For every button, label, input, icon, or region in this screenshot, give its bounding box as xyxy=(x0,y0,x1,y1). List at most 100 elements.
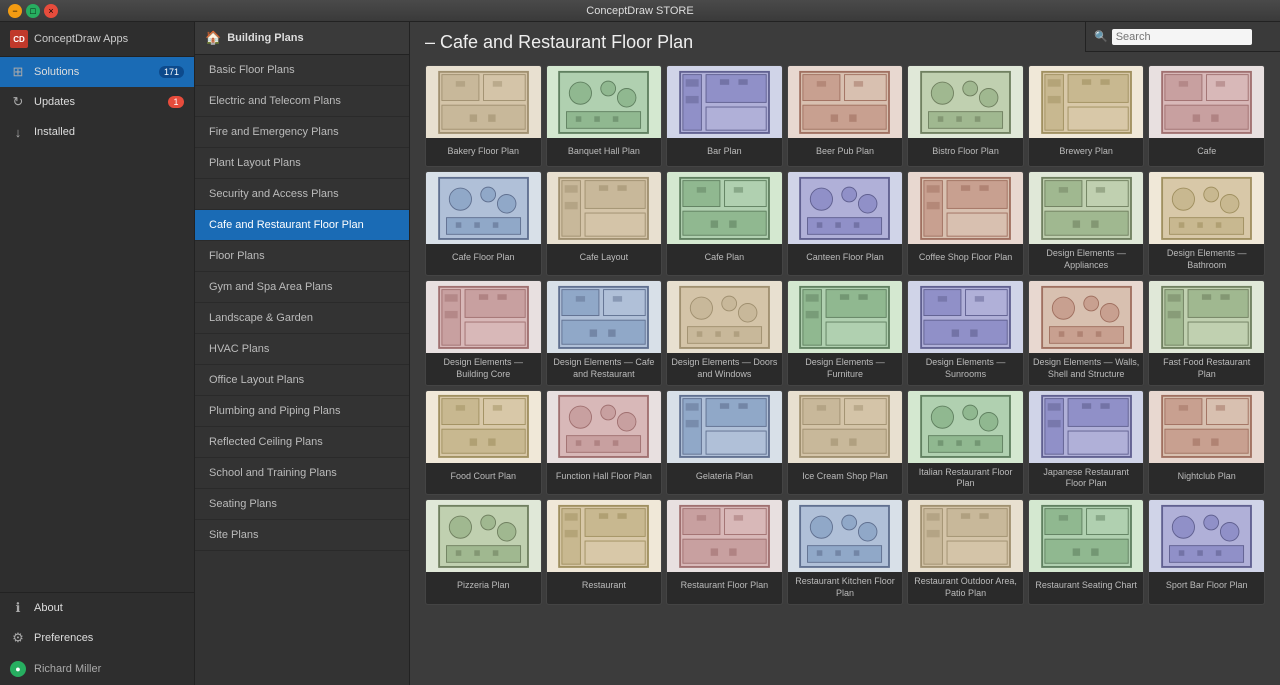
plan-thumbnail xyxy=(1029,281,1144,353)
user-avatar: ● xyxy=(10,661,26,677)
menu-item[interactable]: HVAC Plans xyxy=(195,334,409,365)
plan-item[interactable]: Banquet Hall Plan xyxy=(546,65,663,167)
menu-item[interactable]: Fire and Emergency Plans xyxy=(195,117,409,148)
menu-item[interactable]: Plumbing and Piping Plans xyxy=(195,396,409,427)
plan-item[interactable]: Design Elements — Bathroom xyxy=(1148,171,1265,276)
sidebar-item-preferences[interactable]: ⚙ Preferences xyxy=(0,623,194,653)
plan-item[interactable]: Design Elements — Cafe and Restaurant xyxy=(546,280,663,385)
installed-label: Installed xyxy=(34,126,184,138)
sidebar-item-installed[interactable]: ↓ Installed xyxy=(0,117,194,147)
plan-thumbnail xyxy=(1149,66,1264,138)
plan-item[interactable]: Bar Plan xyxy=(666,65,783,167)
logo-icon: CD xyxy=(10,30,28,48)
plan-item[interactable]: Design Elements — Building Core xyxy=(425,280,542,385)
sidebar-item-updates[interactable]: ↻ Updates 1 xyxy=(0,87,194,117)
plan-thumbnail xyxy=(667,66,782,138)
plan-item[interactable]: Restaurant Seating Chart xyxy=(1028,499,1145,604)
plan-item[interactable]: Restaurant Kitchen Floor Plan xyxy=(787,499,904,604)
menu-item[interactable]: Reflected Ceiling Plans xyxy=(195,427,409,458)
plan-label: Canteen Floor Plan xyxy=(788,244,903,272)
plan-label: Restaurant Seating Chart xyxy=(1029,572,1144,600)
plan-item[interactable]: Restaurant Floor Plan xyxy=(666,499,783,604)
preferences-icon: ⚙ xyxy=(10,630,26,646)
plan-label: Function Hall Floor Plan xyxy=(547,463,662,491)
plan-label: Restaurant Kitchen Floor Plan xyxy=(788,572,903,603)
updates-badge: 1 xyxy=(168,96,184,108)
plan-item[interactable]: Cafe Layout xyxy=(546,171,663,276)
plan-item[interactable]: Bistro Floor Plan xyxy=(907,65,1024,167)
plan-thumbnail xyxy=(788,66,903,138)
plan-item[interactable]: Restaurant Outdoor Area, Patio Plan xyxy=(907,499,1024,604)
plan-thumbnail xyxy=(547,500,662,572)
plan-item[interactable]: Beer Pub Plan xyxy=(787,65,904,167)
search-input[interactable] xyxy=(1112,29,1252,45)
plan-label: Design Elements — Building Core xyxy=(426,353,541,384)
menu-item[interactable]: Security and Access Plans xyxy=(195,179,409,210)
sidebar-item-solutions[interactable]: ⊞ Solutions 171 xyxy=(0,57,194,87)
plan-item[interactable]: Design Elements — Furniture xyxy=(787,280,904,385)
plan-item[interactable]: Ice Cream Shop Plan xyxy=(787,390,904,495)
plan-label: Cafe Floor Plan xyxy=(426,244,541,272)
plan-item[interactable]: Pizzeria Plan xyxy=(425,499,542,604)
plan-label: Pizzeria Plan xyxy=(426,572,541,600)
plan-thumbnail xyxy=(908,66,1023,138)
updates-label: Updates xyxy=(34,96,160,108)
plan-thumbnail xyxy=(908,172,1023,244)
plan-item[interactable]: Japanese Restaurant Floor Plan xyxy=(1028,390,1145,495)
plan-item[interactable]: Fast Food Restaurant Plan xyxy=(1148,280,1265,385)
menu-item[interactable]: Floor Plans xyxy=(195,241,409,272)
solutions-icon: ⊞ xyxy=(10,64,26,80)
plan-item[interactable]: Cafe xyxy=(1148,65,1265,167)
menu-item[interactable]: Plant Layout Plans xyxy=(195,148,409,179)
menu-item[interactable]: Gym and Spa Area Plans xyxy=(195,272,409,303)
menu-item[interactable]: Seating Plans xyxy=(195,489,409,520)
plan-label: Coffee Shop Floor Plan xyxy=(908,244,1023,272)
plan-item[interactable]: Bakery Floor Plan xyxy=(425,65,542,167)
plan-label: Design Elements — Cafe and Restaurant xyxy=(547,353,662,384)
close-button[interactable]: × xyxy=(44,4,58,18)
window-title: ConceptDraw STORE xyxy=(586,5,693,17)
plan-item[interactable]: Canteen Floor Plan xyxy=(787,171,904,276)
menu-item[interactable]: Cafe and Restaurant Floor Plan xyxy=(195,210,409,241)
plan-item[interactable]: Design Elements — Doors and Windows xyxy=(666,280,783,385)
plan-item[interactable]: Italian Restaurant Floor Plan xyxy=(907,390,1024,495)
sidebar-item-about[interactable]: ℹ About xyxy=(0,593,194,623)
plan-item[interactable]: Design Elements — Walls, Shell and Struc… xyxy=(1028,280,1145,385)
middle-panel-title: Building Plans xyxy=(227,32,303,44)
menu-item[interactable]: Electric and Telecom Plans xyxy=(195,86,409,117)
menu-item[interactable]: Basic Floor Plans xyxy=(195,55,409,86)
plan-label: Restaurant Floor Plan xyxy=(667,572,782,600)
plan-item[interactable]: Food Court Plan xyxy=(425,390,542,495)
plan-item[interactable]: Design Elements — Appliances xyxy=(1028,171,1145,276)
plan-item[interactable]: Coffee Shop Floor Plan xyxy=(907,171,1024,276)
plan-thumbnail xyxy=(547,66,662,138)
menu-item[interactable]: Landscape & Garden xyxy=(195,303,409,334)
minimize-button[interactable]: − xyxy=(8,4,22,18)
plan-item[interactable]: Nightclub Plan xyxy=(1148,390,1265,495)
plan-item[interactable]: Function Hall Floor Plan xyxy=(546,390,663,495)
plan-item[interactable]: Brewery Plan xyxy=(1028,65,1145,167)
plan-label: Design Elements — Appliances xyxy=(1029,244,1144,275)
plan-item[interactable]: Cafe Plan xyxy=(666,171,783,276)
plan-thumbnail xyxy=(426,391,541,463)
installed-icon: ↓ xyxy=(10,124,26,140)
preferences-label: Preferences xyxy=(34,632,184,644)
solutions-badge: 171 xyxy=(159,66,184,78)
maximize-button[interactable]: □ xyxy=(26,4,40,18)
plan-thumbnail xyxy=(667,281,782,353)
user-info: ● Richard Miller xyxy=(0,653,194,685)
plan-item[interactable]: Cafe Floor Plan xyxy=(425,171,542,276)
plan-item[interactable]: Design Elements — Sunrooms xyxy=(907,280,1024,385)
plan-label: Gelateria Plan xyxy=(667,463,782,491)
plan-item[interactable]: Sport Bar Floor Plan xyxy=(1148,499,1265,604)
plan-item[interactable]: Gelateria Plan xyxy=(666,390,783,495)
menu-item[interactable]: School and Training Plans xyxy=(195,458,409,489)
menu-item[interactable]: Site Plans xyxy=(195,520,409,551)
plan-label: Nightclub Plan xyxy=(1149,463,1264,491)
main-content: – Cafe and Restaurant Floor Plan Uninsta… xyxy=(410,22,1280,685)
plan-item[interactable]: Restaurant xyxy=(546,499,663,604)
menu-items-container: Basic Floor PlansElectric and Telecom Pl… xyxy=(195,55,409,551)
plan-label: Italian Restaurant Floor Plan xyxy=(908,463,1023,494)
menu-item[interactable]: Office Layout Plans xyxy=(195,365,409,396)
plan-label: Design Elements — Doors and Windows xyxy=(667,353,782,384)
